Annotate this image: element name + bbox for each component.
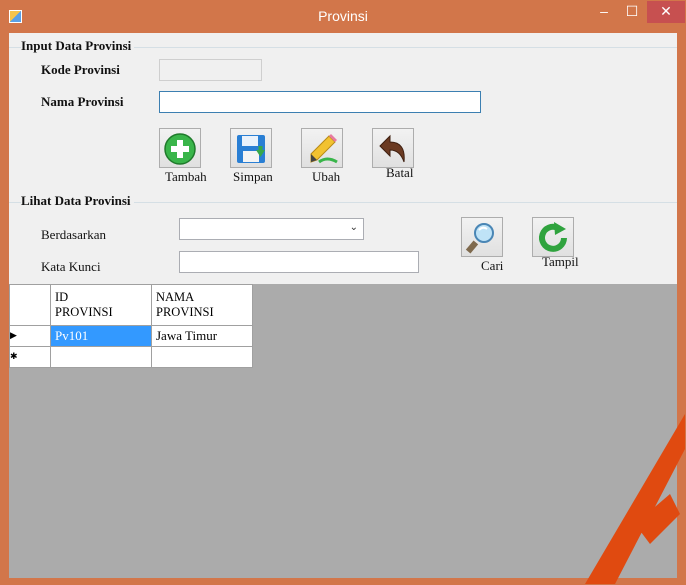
cell-id-provinsi[interactable]: Pv101: [50, 325, 152, 347]
search-icon: [465, 223, 494, 254]
title-bar: Provinsi – ☐ ✕: [1, 1, 685, 33]
undo-icon: [379, 134, 405, 163]
batal-label: Batal: [386, 165, 414, 180]
refresh-icon: [539, 222, 567, 252]
table-row[interactable]: ▶ Pv101 Jawa Timur: [9, 325, 253, 347]
input-group-title: Input Data Provinsi: [21, 38, 135, 54]
simpan-label: Simpan: [233, 169, 273, 184]
save-icon: [237, 135, 265, 163]
watermark-graphic: [485, 384, 685, 584]
tampil-label: Tampil: [542, 254, 579, 269]
edit-icon: [310, 134, 338, 164]
chevron-down-icon: ⌄: [349, 222, 358, 233]
kata-kunci-field[interactable]: [179, 251, 419, 273]
batal-button[interactable]: [372, 128, 414, 168]
ubah-button[interactable]: [301, 128, 343, 168]
berdasarkan-dropdown[interactable]: ⌄: [179, 218, 364, 240]
tampil-button[interactable]: [532, 217, 574, 257]
cell-nama-provinsi[interactable]: Jawa Timur: [151, 325, 253, 347]
grid-header-row: ID PROVINSI NAMA PROVINSI: [9, 284, 253, 326]
minimize-button[interactable]: –: [591, 1, 617, 23]
column-header-nama-provinsi[interactable]: NAMA PROVINSI: [151, 284, 253, 326]
maximize-button[interactable]: ☐: [619, 1, 645, 23]
nama-provinsi-label: Nama Provinsi: [41, 94, 124, 109]
ubah-label: Ubah: [312, 169, 341, 184]
plus-icon: [164, 133, 196, 165]
cari-button[interactable]: [461, 217, 503, 257]
grid-corner-cell: [9, 284, 51, 326]
cell-id-provinsi-new[interactable]: [50, 346, 152, 368]
column-header-id-provinsi[interactable]: ID PROVINSI: [50, 284, 152, 326]
kode-provinsi-label: Kode Provinsi: [41, 62, 120, 77]
view-group-title: Lihat Data Provinsi: [21, 193, 134, 209]
kata-kunci-label: Kata Kunci: [41, 259, 101, 274]
watermark-shape: [585, 414, 685, 584]
window: Provinsi – ☐ ✕ Input Data Provinsi Kode …: [0, 0, 686, 585]
cell-nama-provinsi-new[interactable]: [151, 346, 253, 368]
berdasarkan-label: Berdasarkan: [41, 227, 106, 242]
nama-provinsi-field[interactable]: [159, 91, 481, 113]
simpan-button[interactable]: [230, 128, 272, 168]
cari-label: Cari: [481, 258, 504, 273]
table-row-new[interactable]: ✱: [9, 346, 253, 368]
current-row-marker[interactable]: ▶: [9, 325, 51, 347]
tambah-label: Tambah: [165, 169, 207, 184]
tambah-button[interactable]: [159, 128, 201, 168]
kode-provinsi-field[interactable]: [159, 59, 262, 81]
grid-table: ID PROVINSI NAMA PROVINSI ▶ Pv101 Jawa T…: [9, 284, 253, 368]
new-row-marker[interactable]: ✱: [9, 346, 51, 368]
close-button[interactable]: ✕: [647, 1, 685, 23]
window-title: Provinsi: [318, 8, 368, 24]
